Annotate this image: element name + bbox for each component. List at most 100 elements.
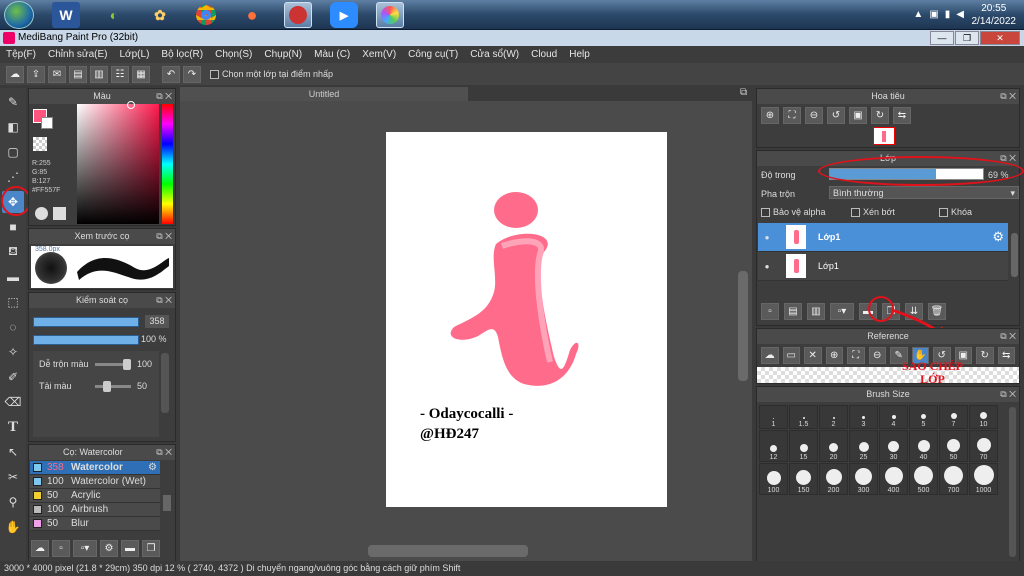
new-layer-options-icon[interactable]: ▫▾ <box>830 303 854 320</box>
menu-item[interactable]: Chụp(N) <box>264 49 302 60</box>
canvas-tab[interactable]: Untitled <box>180 87 468 101</box>
navigator-thumbnail[interactable] <box>873 127 895 145</box>
undo-icon[interactable]: ↶ <box>162 65 180 83</box>
brush-size-cell[interactable]: 1000 <box>969 463 998 495</box>
brush-options-icon[interactable]: ▫▾ <box>73 540 97 557</box>
brush-item[interactable]: 50 Acrylic <box>30 489 160 503</box>
ref-zoom-out-icon[interactable]: ⊖ <box>868 347 886 364</box>
lock-checkbox[interactable] <box>939 208 948 218</box>
list-icon[interactable]: ☷ <box>111 65 129 83</box>
menu-item[interactable]: Help <box>569 49 590 60</box>
palette-icon[interactable] <box>35 207 48 220</box>
zoom-out-icon[interactable]: ⊖ <box>805 107 823 124</box>
hand-tool-icon[interactable]: ✋ <box>2 516 24 538</box>
menu-item[interactable]: Cửa sổ(W) <box>470 49 519 60</box>
redo-icon[interactable]: ↷ <box>183 65 201 83</box>
layer-visibility-icon[interactable]: ● <box>758 233 776 242</box>
brush-size-cell[interactable]: 1 <box>759 405 788 429</box>
hue-slider[interactable] <box>162 104 173 224</box>
background-color-swatch[interactable] <box>41 117 53 129</box>
saturation-value-picker[interactable] <box>77 104 159 224</box>
chrome-active-icon[interactable] <box>284 2 312 28</box>
lock-option[interactable]: Khóa <box>939 207 972 218</box>
maximize-button[interactable]: ❐ <box>955 31 979 45</box>
menu-item[interactable]: Màu (C) <box>314 49 350 60</box>
brush-item[interactable]: 50 Blur <box>30 517 160 531</box>
menu-item[interactable]: Công cụ(T) <box>408 49 458 60</box>
select-layer-on-click[interactable]: Chọn một lớp tại điểm nhấp <box>210 69 333 80</box>
medibang-taskbar-icon[interactable] <box>376 2 404 28</box>
picker-handle[interactable] <box>127 101 135 109</box>
brush-size-value[interactable]: 358 <box>145 315 169 328</box>
brush-list-scrollbar[interactable] <box>163 495 171 511</box>
duplicate-brush-icon[interactable]: ❐ <box>142 540 160 557</box>
layer-list-scrollbar[interactable] <box>1011 233 1018 277</box>
cloud-brush-icon[interactable]: ☁ <box>31 540 49 557</box>
panel-menu-icon[interactable]: ⧉ ✕ <box>156 229 172 244</box>
brush-size-cell[interactable]: 25 <box>849 430 878 462</box>
menu-item[interactable]: Tệp(F) <box>6 49 36 60</box>
brush-size-cell[interactable]: 100 <box>759 463 788 495</box>
brush-opacity-slider[interactable] <box>33 335 139 345</box>
cloud-download-icon[interactable]: ☁ <box>761 347 779 364</box>
brush-item[interactable]: 358 Watercolor ⚙ <box>30 461 160 475</box>
panel-menu-icon[interactable]: ⧉ ✕ <box>1000 89 1016 104</box>
select-tool-icon[interactable]: ⬚ <box>2 291 24 313</box>
dot-tool-icon[interactable]: ⋰ <box>2 166 24 188</box>
layer-blend-select[interactable]: Bình thường ▾ <box>829 186 1019 199</box>
share-icon[interactable]: ⇪ <box>27 65 45 83</box>
layer-settings-icon[interactable]: ⚙ <box>992 229 1004 245</box>
brush-size-cell[interactable]: 10 <box>969 405 998 429</box>
chrome-icon[interactable] <box>192 2 220 28</box>
ink-slider-handle[interactable] <box>103 381 111 392</box>
brush-size-cell[interactable]: 2 <box>819 405 848 429</box>
rotate-right-icon[interactable]: ↻ <box>871 107 889 124</box>
clipping-checkbox[interactable] <box>851 208 860 218</box>
network-icon[interactable]: ▮ <box>945 9 951 20</box>
brush-size-cell[interactable]: 1.5 <box>789 405 818 429</box>
brush-size-slider[interactable] <box>33 317 139 327</box>
brush-size-cell[interactable]: 500 <box>909 463 938 495</box>
panel-menu-icon[interactable]: ⧉ ✕ <box>156 89 172 104</box>
brush-size-cell[interactable]: 3 <box>849 405 878 429</box>
clock[interactable]: 20:55 2/14/2022 <box>972 2 1017 28</box>
ref-fit-icon[interactable]: ⛶ <box>847 347 865 364</box>
canvas-menu-icon[interactable]: ⧉ <box>740 87 747 98</box>
select-pen-tool-icon[interactable]: ✐ <box>2 366 24 388</box>
new-layer-icon[interactable]: ▫ <box>761 303 779 320</box>
menu-item[interactable]: Cloud <box>531 49 557 60</box>
tray-app-icon[interactable]: ▣ <box>929 9 938 20</box>
cloud-icon[interactable]: ☁ <box>6 65 24 83</box>
bucket-tool-icon[interactable]: ⛾ <box>2 241 24 263</box>
brush-item[interactable]: 100 Airbrush <box>30 503 160 517</box>
clipping-option[interactable]: Xén bớt <box>851 207 939 218</box>
brush-size-cell[interactable]: 7 <box>939 405 968 429</box>
brush-size-cell[interactable]: 150 <box>789 463 818 495</box>
brush-size-cell[interactable]: 70 <box>969 430 998 462</box>
protect-alpha-checkbox[interactable] <box>761 208 770 218</box>
canvas-area[interactable]: - Odaycocalli - @HĐ247 <box>180 101 752 561</box>
brush-size-cell[interactable]: 400 <box>879 463 908 495</box>
brush-size-cell[interactable]: 15 <box>789 430 818 462</box>
brush-size-scrollbar[interactable] <box>1009 407 1016 557</box>
select-eraser-tool-icon[interactable]: ⌫ <box>2 391 24 413</box>
reference-image-area[interactable] <box>757 367 1019 383</box>
divide-tool-icon[interactable]: ✂ <box>2 466 24 488</box>
app-icon[interactable]: ◐ <box>100 2 128 28</box>
menu-item[interactable]: Xem(V) <box>362 49 396 60</box>
grid-icon[interactable]: ▦ <box>132 65 150 83</box>
palette-edit-icon[interactable] <box>53 207 66 220</box>
menu-item[interactable]: Chỉnh sửa(E) <box>48 49 108 60</box>
reset-icon[interactable]: ▣ <box>849 107 867 124</box>
ref-flip-icon[interactable]: ⇆ <box>997 347 1015 364</box>
zoom-in-icon[interactable]: ⊕ <box>761 107 779 124</box>
select-layer-checkbox[interactable] <box>210 70 219 80</box>
brush-size-cell[interactable]: 200 <box>819 463 848 495</box>
brush-size-cell[interactable]: 700 <box>939 463 968 495</box>
transparent-swatch[interactable] <box>33 137 47 151</box>
close-button[interactable]: ✕ <box>980 31 1020 45</box>
blend-slider-handle[interactable] <box>123 359 131 370</box>
canvas-vertical-scrollbar[interactable] <box>738 271 748 381</box>
ink-slider[interactable] <box>95 381 131 392</box>
comment-icon[interactable]: ✉ <box>48 65 66 83</box>
